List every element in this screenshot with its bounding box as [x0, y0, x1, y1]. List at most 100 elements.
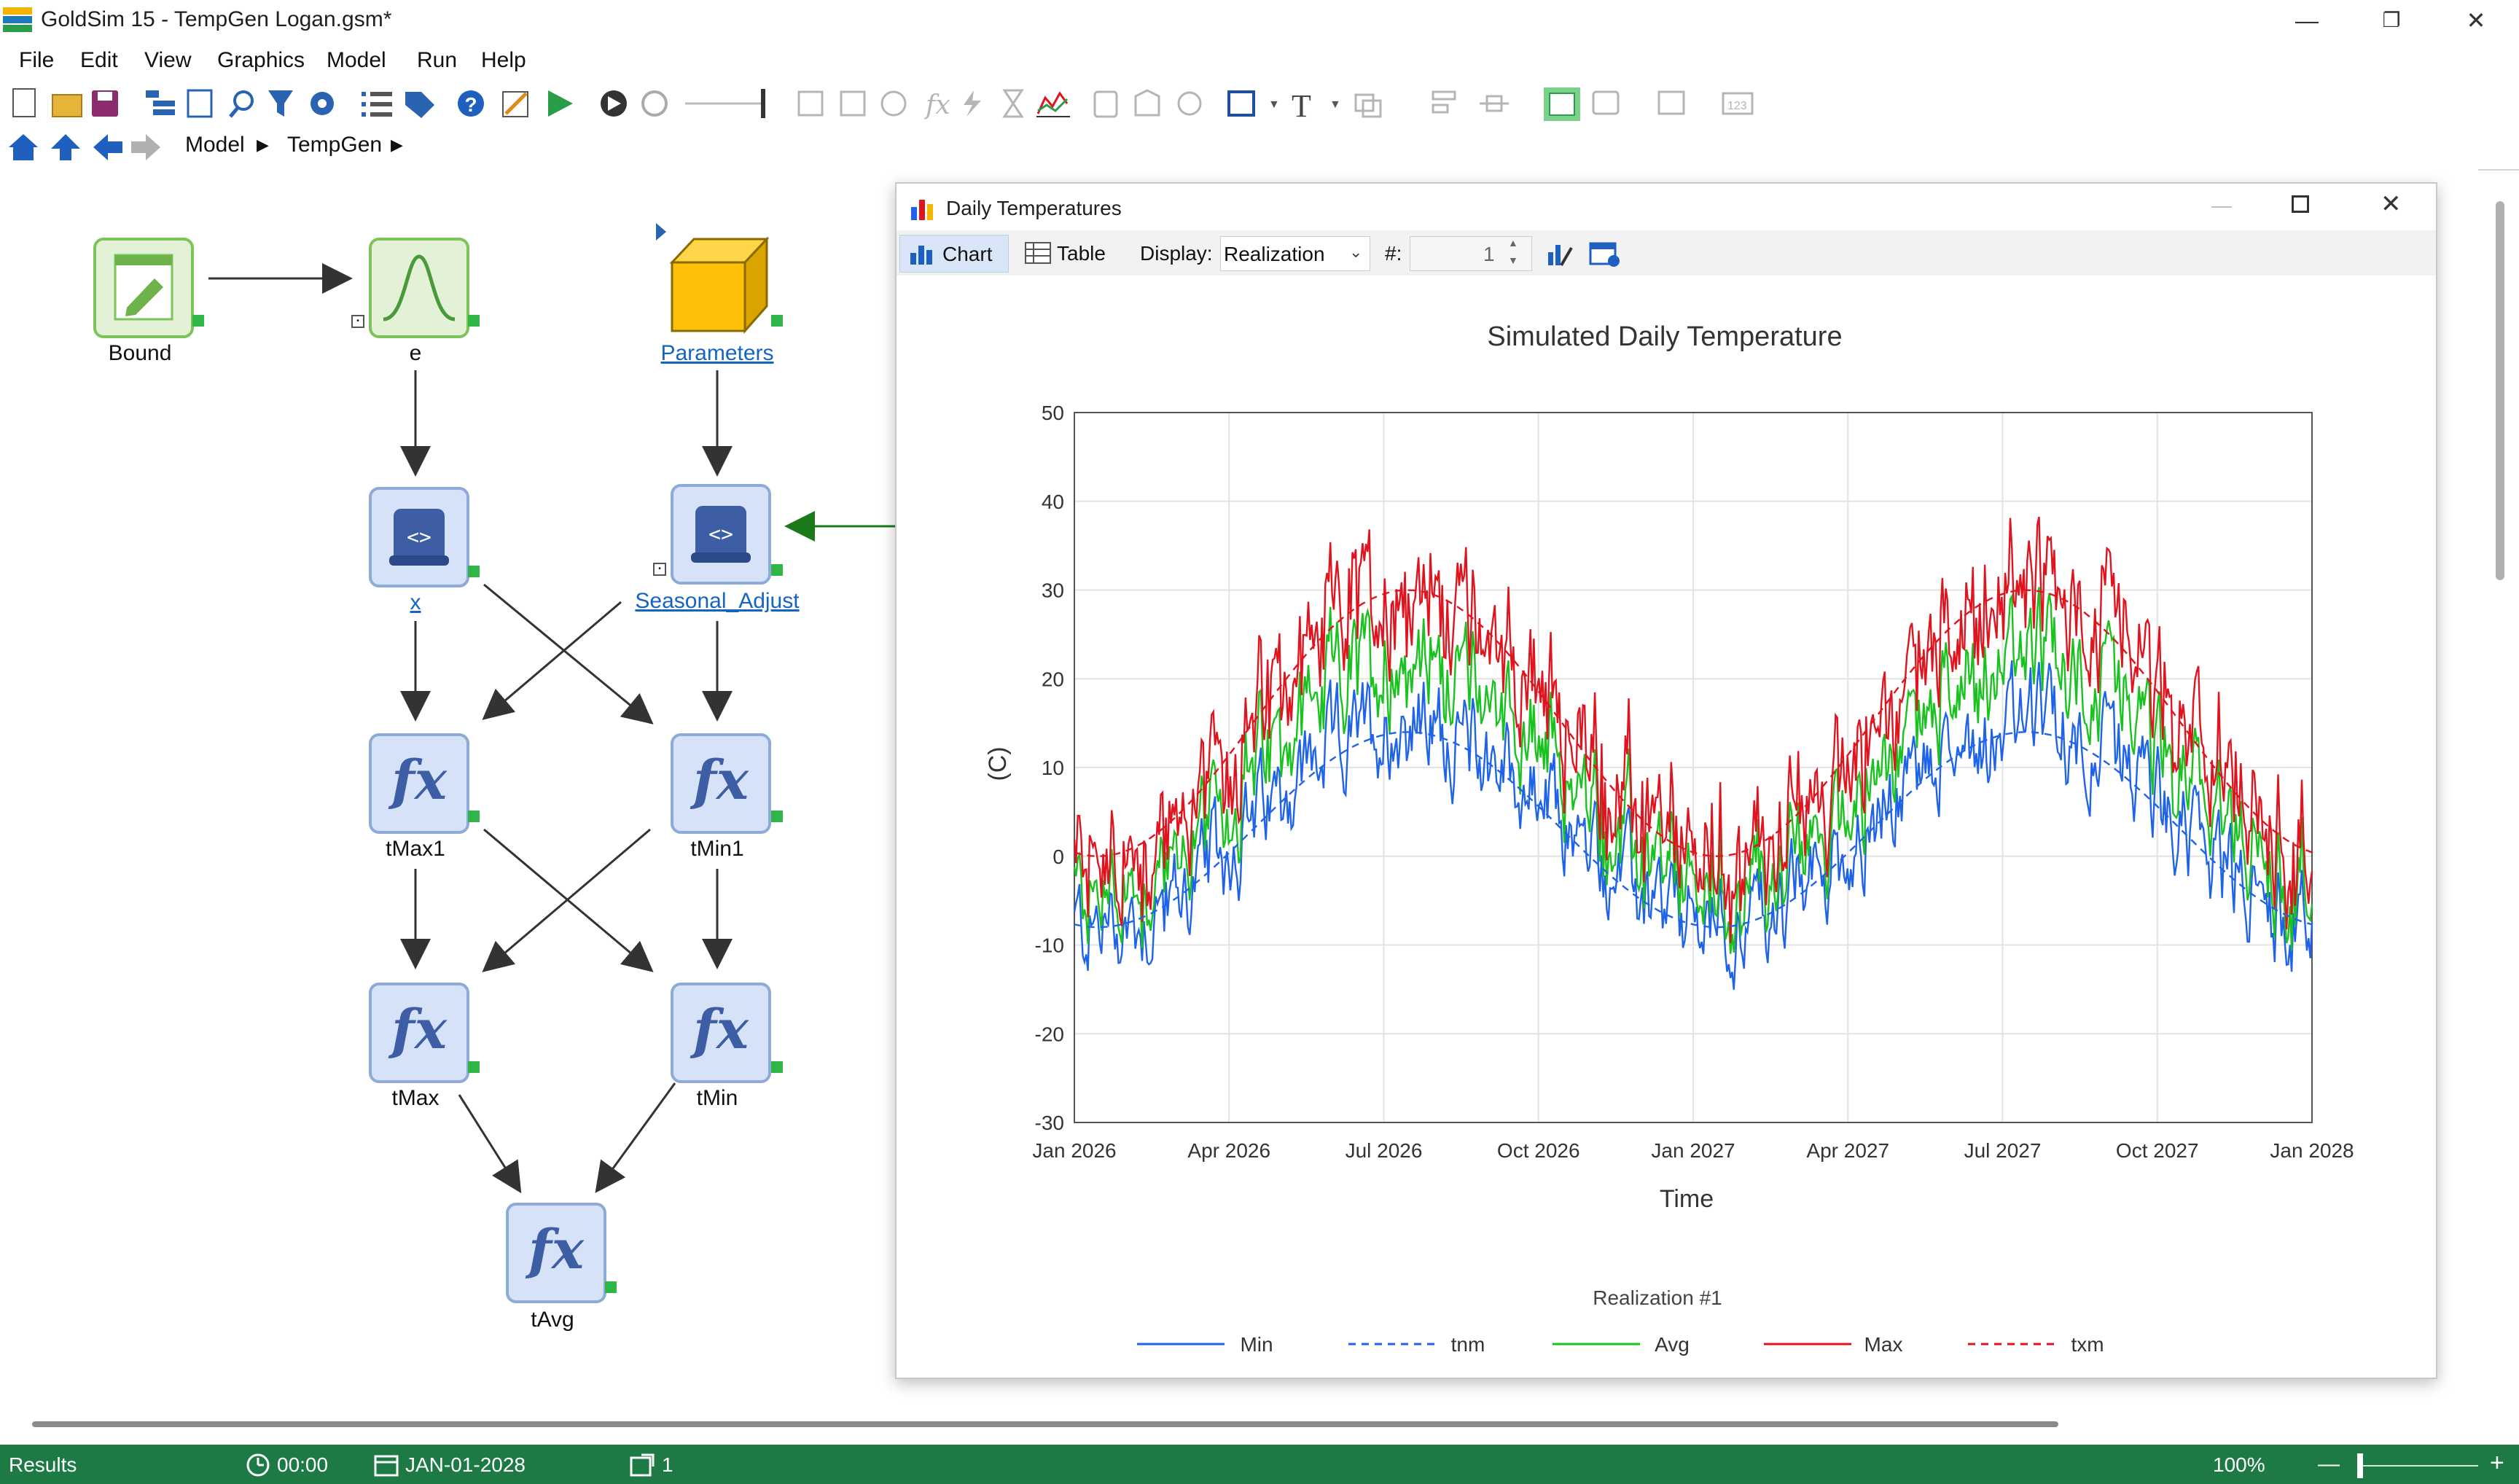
chart-properties-icon[interactable] — [1589, 239, 1621, 268]
x-label[interactable]: x — [321, 590, 510, 615]
breadcrumb-tempgen[interactable]: TempGen — [287, 133, 382, 157]
menu-graphics[interactable]: Graphics — [217, 48, 305, 73]
forward-arrow-icon[interactable] — [131, 134, 160, 160]
zoom-slider[interactable] — [2362, 1465, 2478, 1467]
chart-minimize-button[interactable]: — — [2211, 194, 2232, 217]
stepper-up-icon[interactable]: ▲ — [1508, 237, 1518, 249]
help-icon[interactable]: ? — [458, 90, 484, 117]
zoom-slider-thumb[interactable] — [2357, 1453, 2363, 1478]
status-date: JAN-01-2028 — [405, 1453, 526, 1476]
run-icon[interactable] — [548, 90, 573, 117]
x-tick-labels: Jan 2026 Apr 2026 Jul 2026 Oct 2026 Jan 2027… — [1032, 1139, 2354, 1162]
x-tick-label: Jul 2026 — [1346, 1139, 1423, 1162]
seasonal-adjust-script-node[interactable]: <> — [671, 484, 771, 585]
legend-title: Realization #1 — [1593, 1286, 1722, 1309]
graph-pane-icon[interactable] — [1544, 87, 1580, 121]
table-tab[interactable]: Table — [1020, 235, 1122, 271]
chart-window-title: Daily Temperatures — [946, 197, 1122, 219]
close-button[interactable]: ✕ — [2436, 0, 2516, 41]
temperature-chart: Simulated Daily Temperature (C) Time 50 4… — [984, 321, 2354, 1356]
tavg-expression-node[interactable]: fx — [506, 1203, 606, 1303]
status-bar: Results 00:00 JAN-01-2028 1 100% — + — [0, 1445, 2519, 1484]
menu-file[interactable]: File — [19, 48, 54, 73]
expand-icon[interactable]: • — [653, 563, 666, 576]
back-arrow-icon[interactable] — [93, 134, 122, 160]
chevron-down-icon: ⌄ — [1349, 243, 1363, 261]
x-tick-label: Jan 2026 — [1032, 1139, 1116, 1162]
save-icon[interactable] — [92, 90, 118, 117]
chart-maximize-button[interactable] — [2292, 195, 2309, 213]
horizontal-scrollbar[interactable] — [32, 1421, 2058, 1427]
menu-help[interactable]: Help — [481, 48, 526, 73]
seasonal-adjust-label[interactable]: Seasonal_Adjust — [622, 589, 812, 614]
zoom-in-button[interactable]: + — [2490, 1449, 2504, 1477]
tmax-expression-node[interactable]: fx — [369, 983, 469, 1083]
x-tick-label: Apr 2027 — [1806, 1139, 1889, 1162]
tag-icon[interactable] — [405, 92, 434, 118]
y-tick-label: 30 — [1042, 579, 1064, 602]
menu-edit[interactable]: Edit — [80, 48, 118, 73]
display-select-value: Realization — [1224, 243, 1325, 265]
status-indicator — [605, 1281, 617, 1293]
tmin-label: tMin — [696, 1086, 738, 1110]
breadcrumb-model[interactable]: Model — [185, 133, 245, 157]
tmax1-expression-node[interactable]: fx — [369, 733, 469, 834]
step-icon[interactable] — [601, 90, 627, 117]
chart-title: Simulated Daily Temperature — [1487, 321, 1842, 352]
expand-icon[interactable]: • — [351, 315, 364, 328]
open-folder-icon[interactable] — [52, 94, 82, 117]
chevron-right-icon[interactable]: ▶ — [391, 136, 403, 155]
select-rectangle-icon[interactable]: ▼ — [1227, 90, 1280, 117]
stepper-down-icon[interactable]: ▼ — [1508, 254, 1518, 266]
e-label: e — [409, 341, 422, 365]
chart-tab[interactable]: Chart — [899, 235, 1009, 273]
status-realization: 1 — [662, 1453, 673, 1476]
display-select[interactable]: Realization ⌄ — [1220, 236, 1370, 271]
x-tick-label: Apr 2026 — [1187, 1139, 1270, 1162]
reset-icon[interactable] — [641, 90, 668, 117]
tmin-expression-node[interactable]: fx — [671, 983, 771, 1083]
bound-node[interactable] — [93, 238, 194, 338]
realization-number-value: 1 — [1483, 243, 1495, 265]
y-tick-labels: 50 40 30 20 10 0 -10 -20 -30 — [1035, 402, 1064, 1134]
home-icon[interactable] — [9, 134, 38, 160]
svg-text:<>: <> — [708, 522, 733, 546]
x-script-node[interactable]: <> — [369, 487, 469, 587]
status-mode: Results — [9, 1453, 77, 1476]
zoom-out-button[interactable]: — — [2318, 1452, 2340, 1477]
menu-view[interactable]: View — [144, 48, 191, 73]
clipboard-icon[interactable] — [187, 89, 213, 118]
goldsim-logo-icon — [3, 7, 32, 32]
list-icon[interactable] — [362, 92, 392, 117]
filter-icon[interactable] — [268, 90, 293, 117]
browser-tree-icon[interactable] — [146, 90, 175, 115]
triangle-marker-icon — [656, 223, 666, 241]
chart-icon[interactable] — [1036, 91, 1070, 117]
fx-icon: fx — [391, 999, 447, 1061]
chevron-right-icon[interactable]: ▶ — [257, 136, 269, 155]
chart-close-button[interactable]: ✕ — [2381, 190, 2402, 219]
restore-button[interactable]: ❐ — [2351, 0, 2432, 41]
menu-run[interactable]: Run — [417, 48, 457, 73]
legend-label-tnm: tnm — [1451, 1333, 1485, 1356]
vertical-scrollbar[interactable] — [2496, 201, 2504, 580]
time-slider[interactable] — [685, 89, 765, 118]
edit-mode-icon[interactable] — [502, 91, 528, 117]
status-indicator — [771, 1061, 783, 1073]
settings-gear-icon[interactable] — [311, 92, 334, 115]
find-icon[interactable] — [229, 90, 254, 118]
up-arrow-icon[interactable] — [51, 134, 80, 160]
parameters-container-node[interactable] — [668, 233, 770, 335]
new-file-icon[interactable] — [12, 88, 36, 117]
svg-text:?: ? — [464, 93, 477, 116]
x-tick-label: Jul 2027 — [1964, 1139, 2042, 1162]
minimize-button[interactable]: — — [2267, 0, 2347, 41]
tmin1-expression-node[interactable]: fx — [671, 733, 771, 834]
chart-style-icon[interactable] — [1545, 239, 1574, 268]
tmax1-label: tMax1 — [386, 837, 445, 861]
parameters-label[interactable]: Parameters — [622, 341, 812, 366]
realization-number-stepper[interactable]: 1 ▲ ▼ — [1410, 236, 1532, 271]
text-tool-icon[interactable]: T ▼ — [1292, 88, 1341, 124]
e-node[interactable] — [369, 238, 469, 338]
menu-model[interactable]: Model — [327, 48, 386, 73]
